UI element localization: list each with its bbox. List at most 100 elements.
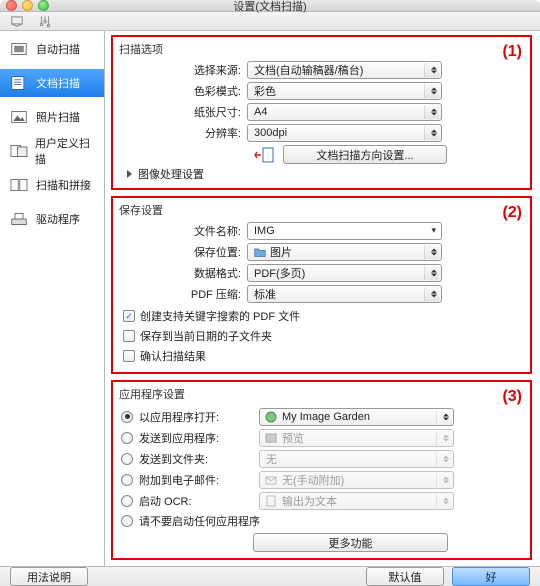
subfolder-label: 保存到当前日期的子文件夹 bbox=[140, 328, 272, 344]
sidebar-item-document-scan[interactable]: 文档扫描 bbox=[0, 69, 104, 97]
attach-email-radio[interactable] bbox=[121, 474, 133, 486]
orientation-icon bbox=[253, 146, 275, 164]
send-app-value: 预览 bbox=[282, 430, 304, 446]
defaults-button[interactable]: 默认值 bbox=[366, 567, 444, 586]
custom-scan-icon bbox=[8, 142, 29, 160]
source-value: 文档(自动输稿器/稿台) bbox=[254, 62, 363, 78]
settings-window: 设置(文档扫描) 自动扫描 文档扫描 照片扫描 bbox=[0, 0, 540, 515]
color-select[interactable]: 彩色 bbox=[247, 82, 442, 100]
text-output-icon bbox=[265, 495, 277, 507]
ocr-value: 输出为文本 bbox=[282, 493, 337, 509]
send-app-radio[interactable] bbox=[121, 432, 133, 444]
filename-label: 文件名称: bbox=[119, 223, 247, 239]
dpi-select[interactable]: 300dpi bbox=[247, 124, 442, 142]
location-select[interactable]: 图片 bbox=[247, 243, 442, 261]
format-value: PDF(多页) bbox=[254, 265, 305, 281]
stitch-scan-icon bbox=[8, 176, 30, 194]
confirm-checkbox[interactable]: 确认扫描结果 bbox=[121, 346, 524, 366]
titlebar: 设置(文档扫描) bbox=[0, 0, 540, 12]
defaults-label: 默认值 bbox=[389, 569, 422, 585]
instructions-label: 用法说明 bbox=[27, 569, 71, 585]
open-with-radio[interactable] bbox=[121, 411, 133, 423]
send-folder-label: 发送到文件夹: bbox=[133, 451, 259, 467]
dpi-label: 分辨率: bbox=[119, 125, 247, 141]
more-functions-label: 更多功能 bbox=[329, 535, 373, 551]
compress-select[interactable]: 标准 bbox=[247, 285, 442, 303]
filename-value: IMG bbox=[254, 225, 275, 237]
driver-icon bbox=[8, 210, 30, 228]
mail-icon bbox=[265, 474, 277, 486]
orientation-settings-button[interactable]: 文档扫描方向设置... bbox=[283, 145, 447, 164]
toolbar-scan-from-computer-icon[interactable] bbox=[8, 12, 26, 30]
source-label: 选择来源: bbox=[119, 62, 247, 78]
paper-label: 纸张尺寸: bbox=[119, 104, 247, 120]
send-app-label: 发送到应用程序: bbox=[133, 430, 259, 446]
color-label: 色彩模式: bbox=[119, 83, 247, 99]
open-with-select[interactable]: My Image Garden bbox=[259, 408, 454, 426]
disclosure-triangle-icon bbox=[127, 170, 132, 178]
ocr-select[interactable]: 输出为文本 bbox=[259, 492, 454, 510]
close-window[interactable] bbox=[6, 0, 17, 11]
app-icon bbox=[265, 411, 277, 423]
minimize-window[interactable] bbox=[22, 0, 33, 11]
photo-scan-icon bbox=[8, 108, 30, 126]
subfolder-checkbox[interactable]: 保存到当前日期的子文件夹 bbox=[121, 326, 524, 346]
sidebar-item-label: 用户定义扫描 bbox=[35, 135, 98, 167]
more-functions-button[interactable]: 更多功能 bbox=[253, 533, 448, 552]
send-folder-radio[interactable] bbox=[121, 453, 133, 465]
sidebar-item-label: 文档扫描 bbox=[36, 75, 80, 91]
image-processing-disclosure[interactable]: 图像处理设置 bbox=[127, 164, 524, 182]
footer: 用法说明 默认值 好 bbox=[0, 566, 540, 586]
confirm-label: 确认扫描结果 bbox=[140, 348, 206, 364]
location-value: 图片 bbox=[270, 244, 292, 260]
keyword-pdf-label: 创建支持关键字搜索的 PDF 文件 bbox=[140, 308, 300, 324]
image-processing-label: 图像处理设置 bbox=[138, 166, 204, 182]
orientation-settings-label: 文档扫描方向设置... bbox=[316, 147, 413, 163]
main-panel: (1) 扫描选项 选择来源: 文档(自动输稿器/稿台) 色彩模式: 彩色 纸张尺… bbox=[105, 31, 540, 566]
send-folder-value: 无 bbox=[266, 451, 277, 467]
toolbar-settings-icon[interactable] bbox=[36, 12, 54, 30]
save-settings-group: (2) 保存设置 文件名称: IMG 保存位置: 图片 数据格式: PDF(多页… bbox=[111, 196, 532, 374]
filename-input[interactable]: IMG bbox=[247, 222, 442, 240]
ok-label: 好 bbox=[486, 569, 497, 585]
toolbar bbox=[0, 12, 540, 31]
sidebar-item-label: 照片扫描 bbox=[36, 109, 80, 125]
sidebar-item-custom-scan[interactable]: 用户定义扫描 bbox=[0, 137, 104, 165]
ocr-label: 启动 OCR: bbox=[133, 493, 259, 509]
sidebar-item-stitch-scan[interactable]: 扫描和拼接 bbox=[0, 171, 104, 199]
open-with-value: My Image Garden bbox=[282, 411, 370, 423]
attach-email-select[interactable]: 无(手动附加) bbox=[259, 471, 454, 489]
sidebar-item-label: 自动扫描 bbox=[36, 41, 80, 57]
ocr-radio[interactable] bbox=[121, 495, 133, 507]
document-scan-icon bbox=[8, 74, 30, 92]
source-select[interactable]: 文档(自动输稿器/稿台) bbox=[247, 61, 442, 79]
attach-email-label: 附加到电子邮件: bbox=[133, 472, 259, 488]
send-folder-select[interactable]: 无 bbox=[259, 450, 454, 468]
dpi-value: 300dpi bbox=[254, 127, 287, 139]
sidebar-item-label: 驱动程序 bbox=[36, 211, 80, 227]
none-radio[interactable] bbox=[121, 515, 133, 527]
checkbox-icon bbox=[123, 350, 135, 362]
format-select[interactable]: PDF(多页) bbox=[247, 264, 442, 282]
zoom-window[interactable] bbox=[38, 0, 49, 11]
paper-select[interactable]: A4 bbox=[247, 103, 442, 121]
sidebar-item-auto-scan[interactable]: 自动扫描 bbox=[0, 35, 104, 63]
annotation-3: (3) bbox=[502, 388, 522, 406]
compress-label: PDF 压缩: bbox=[119, 286, 247, 302]
auto-scan-icon bbox=[8, 40, 30, 58]
sidebar-item-photo-scan[interactable]: 照片扫描 bbox=[0, 103, 104, 131]
keyword-pdf-checkbox[interactable]: ✓ 创建支持关键字搜索的 PDF 文件 bbox=[121, 306, 524, 326]
sidebar-item-driver[interactable]: 驱动程序 bbox=[0, 205, 104, 233]
sidebar: 自动扫描 文档扫描 照片扫描 用户定义扫描 扫描和拼接 驱动程序 bbox=[0, 31, 105, 566]
checkbox-icon: ✓ bbox=[123, 310, 135, 322]
preview-app-icon bbox=[265, 432, 277, 444]
sidebar-item-label: 扫描和拼接 bbox=[36, 177, 91, 193]
format-label: 数据格式: bbox=[119, 265, 247, 281]
checkbox-icon bbox=[123, 330, 135, 342]
send-app-select[interactable]: 预览 bbox=[259, 429, 454, 447]
ok-button[interactable]: 好 bbox=[452, 567, 530, 586]
scan-options-group: (1) 扫描选项 选择来源: 文档(自动输稿器/稿台) 色彩模式: 彩色 纸张尺… bbox=[111, 35, 532, 190]
window-title: 设置(文档扫描) bbox=[233, 0, 306, 14]
instructions-button[interactable]: 用法说明 bbox=[10, 567, 88, 586]
window-controls bbox=[6, 0, 49, 11]
